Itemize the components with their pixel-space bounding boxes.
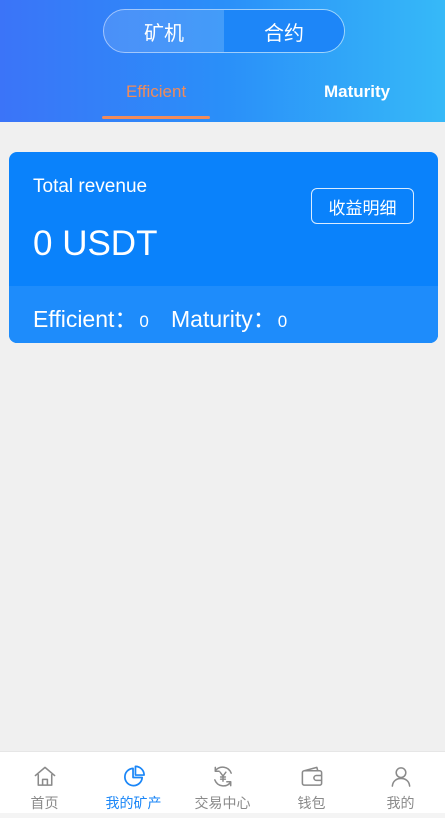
segment-miner-button[interactable]: 矿机 [104, 10, 224, 52]
segment-control: 矿机 合约 [103, 9, 345, 53]
maturity-label: Maturity： [171, 306, 276, 332]
tabbar-label-home: 首页 [30, 795, 59, 811]
total-revenue-label: Total revenue [33, 176, 148, 197]
tabbar-label-mine: 我的 [386, 795, 415, 811]
tabbar-item-mine[interactable]: 我的 [356, 752, 445, 813]
tab-efficient[interactable]: Efficient [126, 82, 186, 102]
efficient-stat: Efficient： 0 [33, 300, 149, 334]
revenue-card: Total revenue 0 USDT 收益明细 Efficient： 0 Ma… [9, 152, 438, 343]
pie-chart-icon [123, 765, 145, 787]
tabbar-label-wallet: 钱包 [297, 795, 326, 811]
revenue-card-footer: Efficient： 0 Maturity： 0 [9, 286, 438, 343]
revenue-details-button[interactable]: 收益明细 [311, 188, 414, 224]
tabbar-bottom-strip [0, 813, 445, 818]
home-icon [34, 766, 55, 786]
tabbar-label-my-mining: 我的矿产 [105, 795, 162, 811]
maturity-stat: Maturity： 0 [171, 300, 287, 334]
tabbar-item-home[interactable]: 首页 [0, 752, 89, 813]
active-tab-indicator [102, 116, 210, 119]
maturity-value: 0 [277, 312, 288, 331]
efficient-label: Efficient： [33, 306, 138, 332]
total-revenue-value: 0 USDT [33, 224, 158, 263]
wallet-icon [301, 766, 322, 786]
subtabs: Efficient Maturity [0, 68, 445, 122]
tabbar-label-trading-center: 交易中心 [194, 795, 251, 811]
efficient-value: 0 [139, 312, 149, 331]
tab-maturity[interactable]: Maturity [324, 82, 390, 102]
tabbar-item-my-mining[interactable]: 我的矿产 [89, 752, 178, 813]
user-icon [391, 767, 410, 787]
tabbar-item-trading-center[interactable]: 交易中心 [178, 752, 267, 813]
yuan-exchange-icon [213, 766, 232, 787]
segment-contract-button[interactable]: 合约 [224, 10, 344, 52]
header: 矿机 合约 Efficient Maturity [0, 0, 445, 122]
tabbar-item-wallet[interactable]: 钱包 [267, 752, 356, 813]
bottom-tabbar: 首页 我的矿产 交易中心 钱包 我的 [0, 751, 445, 813]
